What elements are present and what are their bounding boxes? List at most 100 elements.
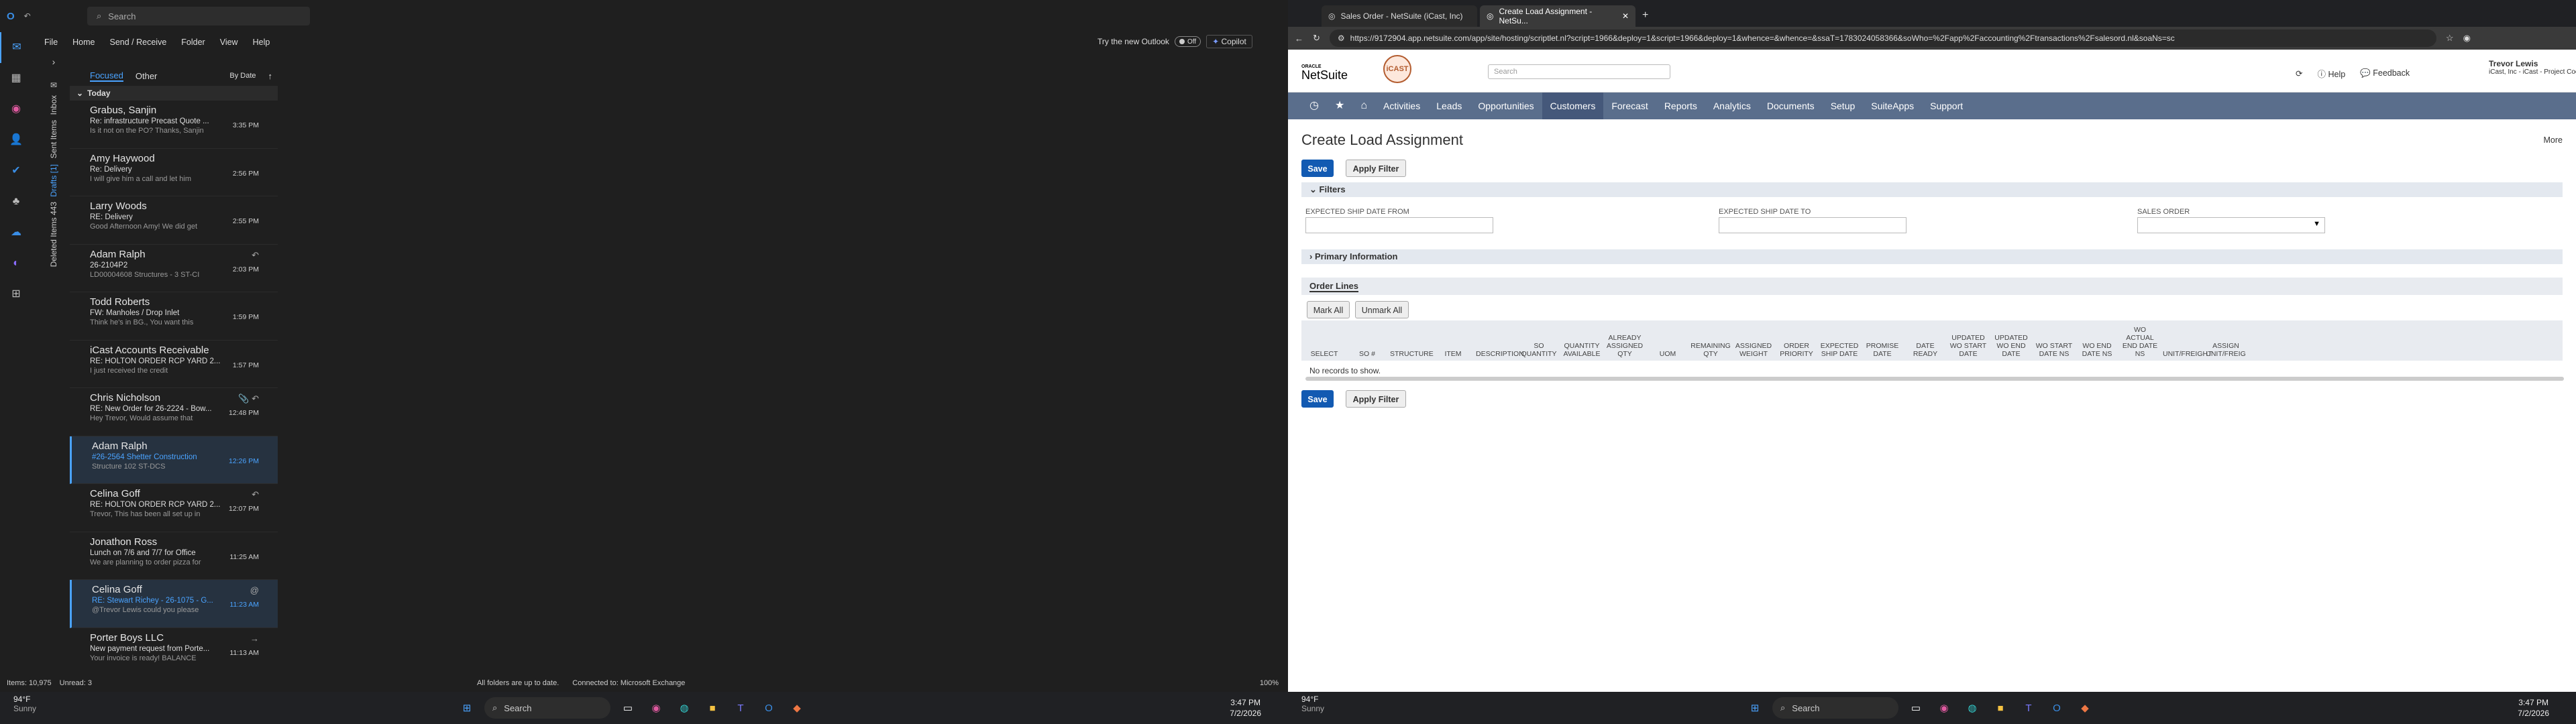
weather-widget-2[interactable]: 94°F Sunny — [1301, 695, 1324, 713]
column-header[interactable]: ASSIGNED WEIGHT — [1733, 342, 1774, 358]
column-header[interactable]: ALREADY ASSIGNED QTY — [1605, 334, 1645, 358]
column-header[interactable]: PROMISE DATE — [1862, 342, 1902, 358]
calendar-icon[interactable]: ▦ — [0, 63, 32, 94]
message-item[interactable]: Celina Goff RE: Stewart Richey - 26-1075 … — [70, 580, 278, 628]
undo-icon[interactable]: ↶ — [24, 11, 31, 21]
tray-clock-2[interactable]: 3:47 PM 7/2/2026 — [2518, 697, 2549, 719]
column-header[interactable]: DATE READY — [1905, 342, 1945, 358]
column-header[interactable]: UPDATED WO END DATE — [1991, 334, 2031, 358]
mark-all-button[interactable]: Mark All — [1307, 301, 1350, 318]
folder-sent[interactable]: Sent Items — [49, 120, 58, 158]
column-header[interactable]: WO END DATE NS — [2077, 342, 2117, 358]
teams-icon[interactable]: T — [2018, 697, 2039, 719]
edge-icon[interactable]: ◍ — [674, 697, 695, 719]
refresh-icon[interactable]: ↻ — [1313, 33, 1320, 44]
nav-customers[interactable]: Customers — [1542, 93, 1604, 119]
mail-icon[interactable]: ✉ — [0, 32, 32, 63]
column-header[interactable]: ASSIGN UNIT/FREIG — [2206, 342, 2246, 358]
column-header[interactable]: EXPECTED SHIP DATE — [1819, 342, 1860, 358]
home-icon[interactable]: ⌂ — [1352, 93, 1375, 119]
copilot-rail-icon[interactable]: ◉ — [0, 94, 32, 125]
message-item[interactable]: iCast Accounts Receivable RE: HOLTON ORDE… — [70, 341, 278, 388]
recent-records-icon[interactable]: ⟳ — [2296, 68, 2302, 78]
tab-sales-order[interactable]: ◎ Sales Order - NetSuite (iCast, Inc) — [1322, 5, 1477, 27]
menu-file[interactable]: File — [44, 38, 58, 47]
ship-to-field[interactable] — [1719, 217, 1907, 233]
unmark-all-button[interactable]: Unmark All — [1355, 301, 1409, 318]
group-today[interactable]: ⌄ Today — [70, 86, 278, 101]
taskbar-search[interactable]: ⌕ Search — [484, 697, 610, 719]
star-icon[interactable]: ★ — [1327, 93, 1352, 119]
message-item[interactable]: Todd Roberts FW: Manholes / Drop Inlet Thi… — [70, 292, 278, 341]
feedback-link[interactable]: 💬 Feedback — [2360, 68, 2410, 78]
start-icon[interactable]: ⊞ — [456, 697, 478, 719]
nav-forecast[interactable]: Forecast — [1603, 93, 1656, 119]
tab-focused[interactable]: Focused — [90, 70, 123, 82]
copilot-icon[interactable]: ◉ — [1933, 697, 1955, 719]
weather-widget[interactable]: 94°F Sunny — [13, 695, 36, 713]
message-item[interactable]: Adam Ralph #26-2564 Shetter Construction S… — [70, 436, 278, 484]
edge-icon[interactable]: ◍ — [1962, 697, 1983, 719]
tab-create-load[interactable]: ◎ Create Load Assignment - NetSu... ✕ — [1480, 5, 1635, 27]
message-item[interactable]: Chris Nicholson RE: New Order for 26-2224… — [70, 388, 278, 436]
nav-documents[interactable]: Documents — [1759, 93, 1823, 119]
nav-activities[interactable]: Activities — [1375, 93, 1428, 119]
teams-icon[interactable]: T — [730, 697, 751, 719]
column-header[interactable]: REMAINING QTY — [1690, 342, 1731, 358]
task-view-icon[interactable]: ▭ — [617, 697, 639, 719]
folder-drafts[interactable]: Drafts [1] — [49, 164, 58, 197]
message-item[interactable]: Amy Haywood Re: Delivery I will give him a… — [70, 149, 278, 196]
message-item[interactable]: Celina Goff RE: HOLTON ORDER RCP YARD 2..… — [70, 484, 278, 532]
menu-help[interactable]: Help — [253, 38, 270, 47]
column-header[interactable]: UOM — [1648, 350, 1688, 358]
org-icon[interactable]: ♣ — [0, 186, 32, 217]
expand-folders-icon[interactable]: › — [42, 56, 66, 67]
column-header[interactable]: STRUCTURE — [1390, 350, 1434, 358]
column-header[interactable]: ITEM — [1433, 350, 1473, 358]
column-header[interactable]: SO QUANTITY — [1519, 342, 1559, 358]
user-menu[interactable]: Trevor Lewis iCast, Inc - iCast - Projec… — [2489, 59, 2576, 76]
column-header[interactable]: SELECT — [1304, 350, 1344, 358]
sort-by-date[interactable]: By Date — [229, 72, 256, 80]
apps-icon[interactable]: ⊞ — [0, 279, 32, 310]
tray-clock[interactable]: 3:47 PM 7/2/2026 — [1230, 697, 1261, 719]
profile-icon[interactable]: ◉ — [2463, 33, 2471, 44]
recent-icon[interactable]: ◷ — [1301, 93, 1327, 119]
copilot-icon[interactable]: ◉ — [645, 697, 667, 719]
global-search-input[interactable]: Search — [1488, 64, 1670, 79]
back-icon[interactable]: ← — [1295, 34, 1303, 44]
message-item[interactable]: Adam Ralph 26-2104P2 LD00004608 Structures… — [70, 245, 278, 292]
folder-deleted[interactable]: Deleted Items 443 — [49, 202, 58, 267]
help-link[interactable]: ⓘ Help — [2317, 67, 2345, 80]
nav-analytics[interactable]: Analytics — [1705, 93, 1759, 119]
nav-suiteapps[interactable]: SuiteApps — [1863, 93, 1922, 119]
address-bar[interactable]: ⚙ https://9172904.app.netsuite.com/app/s… — [1329, 29, 2436, 47]
taskbar-search-2[interactable]: ⌕ Search — [1772, 697, 1898, 719]
ship-from-field[interactable] — [1305, 217, 1493, 233]
start-icon[interactable]: ⊞ — [1744, 697, 1766, 719]
menu-send-receive[interactable]: Send / Receive — [110, 38, 167, 47]
sort-direction-icon[interactable]: ↑ — [268, 71, 273, 81]
todo-icon[interactable]: ✔ — [0, 156, 32, 186]
filters-section[interactable]: ⌄ Filters — [1301, 182, 2563, 197]
message-item[interactable]: Jonathon Ross Lunch on 7/6 and 7/7 for Of… — [70, 532, 278, 580]
nav-support[interactable]: Support — [1922, 93, 1971, 119]
menu-folder[interactable]: Folder — [181, 38, 205, 47]
column-header[interactable]: WO START DATE NS — [2034, 342, 2074, 358]
netsuite-logo[interactable]: ORACLE NetSuite — [1301, 62, 1348, 82]
save-button[interactable]: Save — [1301, 160, 1334, 177]
message-item[interactable]: Porter Boys LLC New payment request from … — [70, 628, 278, 676]
explorer-icon[interactable]: ■ — [702, 697, 723, 719]
app-icon[interactable]: ◆ — [786, 697, 808, 719]
new-tab-icon[interactable]: + — [1642, 9, 1648, 21]
column-header[interactable]: SO # — [1347, 350, 1387, 358]
primary-info-section[interactable]: › Primary Information — [1301, 249, 2563, 264]
column-header[interactable]: UNIT/FREIGHT — [2163, 350, 2212, 358]
menu-home[interactable]: Home — [72, 38, 95, 47]
save-button-bottom[interactable]: Save — [1301, 390, 1334, 408]
search-input[interactable]: ⌕ Search — [87, 7, 310, 25]
viva-icon[interactable]: ◐ — [0, 248, 32, 279]
nav-setup[interactable]: Setup — [1823, 93, 1864, 119]
task-view-icon[interactable]: ▭ — [1905, 697, 1927, 719]
outlook-icon[interactable]: O — [2046, 697, 2068, 719]
